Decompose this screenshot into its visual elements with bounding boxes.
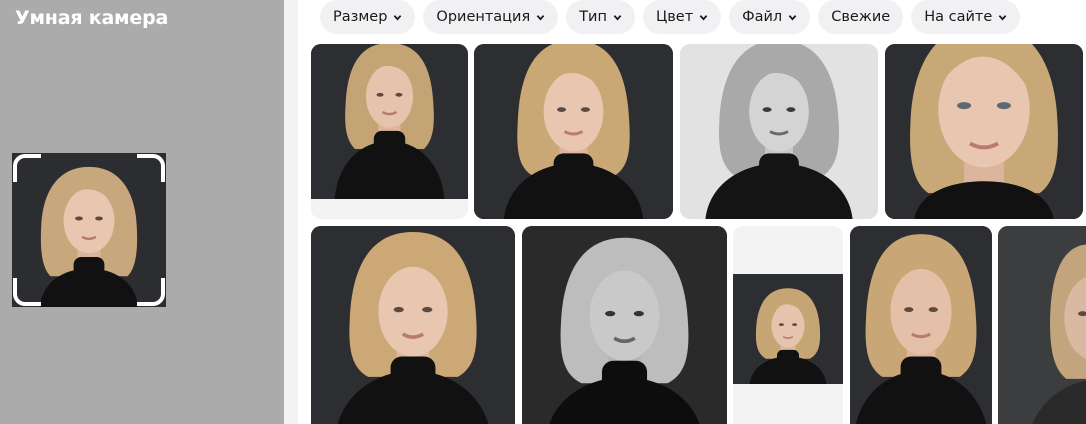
portrait-photo-monochrome: [680, 44, 878, 219]
result-image-7[interactable]: [733, 226, 843, 424]
portrait-photo-monochrome: [522, 226, 727, 424]
result-image-6[interactable]: [522, 226, 727, 424]
filter-color[interactable]: Цвет: [642, 0, 722, 34]
filter-type[interactable]: Тип: [566, 0, 635, 34]
filter-color-label: Цвет: [655, 9, 694, 25]
portrait-photo: [850, 226, 992, 424]
filter-type-label: Тип: [579, 9, 607, 25]
result-image-4[interactable]: [885, 44, 1083, 219]
crop-corner-bottom-right[interactable]: [137, 278, 165, 306]
filter-orientation[interactable]: Ориентация: [423, 0, 559, 34]
smart-camera-title: Умная камера: [15, 7, 169, 29]
query-image-crop[interactable]: [12, 153, 166, 307]
filter-size[interactable]: Размер: [320, 0, 416, 34]
portrait-photo: [474, 44, 673, 219]
filter-size-label: Размер: [333, 9, 388, 25]
chevron-down-icon: [788, 14, 797, 20]
filter-on-site-label: На сайте: [924, 9, 993, 25]
crop-corner-bottom-left[interactable]: [13, 278, 41, 306]
filter-bar: Размер Ориентация Тип Цвет Файл Свежие Н…: [320, 0, 1021, 34]
result-image-3[interactable]: [680, 44, 878, 219]
filter-on-site[interactable]: На сайте: [911, 0, 1021, 34]
crop-corner-top-right[interactable]: [137, 154, 165, 182]
result-image-8[interactable]: [850, 226, 992, 424]
chevron-down-icon: [394, 14, 402, 20]
chevron-down-icon: [613, 14, 622, 20]
filter-file[interactable]: Файл: [729, 0, 811, 34]
panel-divider: [284, 0, 298, 424]
result-image-2[interactable]: [474, 44, 673, 219]
filter-fresh-label: Свежие: [831, 9, 891, 25]
image-search-screen: Умная камера Размер Ориентация Тип Цвет …: [0, 0, 1086, 424]
portrait-photo: [998, 226, 1086, 424]
result-image-1[interactable]: [311, 44, 468, 219]
portrait-photo: [733, 274, 843, 384]
chevron-down-icon: [998, 14, 1007, 20]
filter-fresh[interactable]: Свежие: [818, 0, 904, 34]
result-image-5[interactable]: [311, 226, 515, 424]
smart-camera-panel: Умная камера: [0, 0, 284, 424]
chevron-down-icon: [699, 14, 708, 20]
portrait-photo: [311, 44, 468, 199]
result-image-9[interactable]: [998, 226, 1086, 424]
portrait-photo: [311, 226, 515, 424]
crop-corner-top-left[interactable]: [13, 154, 41, 182]
filter-orientation-label: Ориентация: [436, 9, 531, 25]
chevron-down-icon: [536, 14, 545, 20]
portrait-photo: [885, 44, 1083, 219]
filter-file-label: Файл: [742, 9, 783, 25]
